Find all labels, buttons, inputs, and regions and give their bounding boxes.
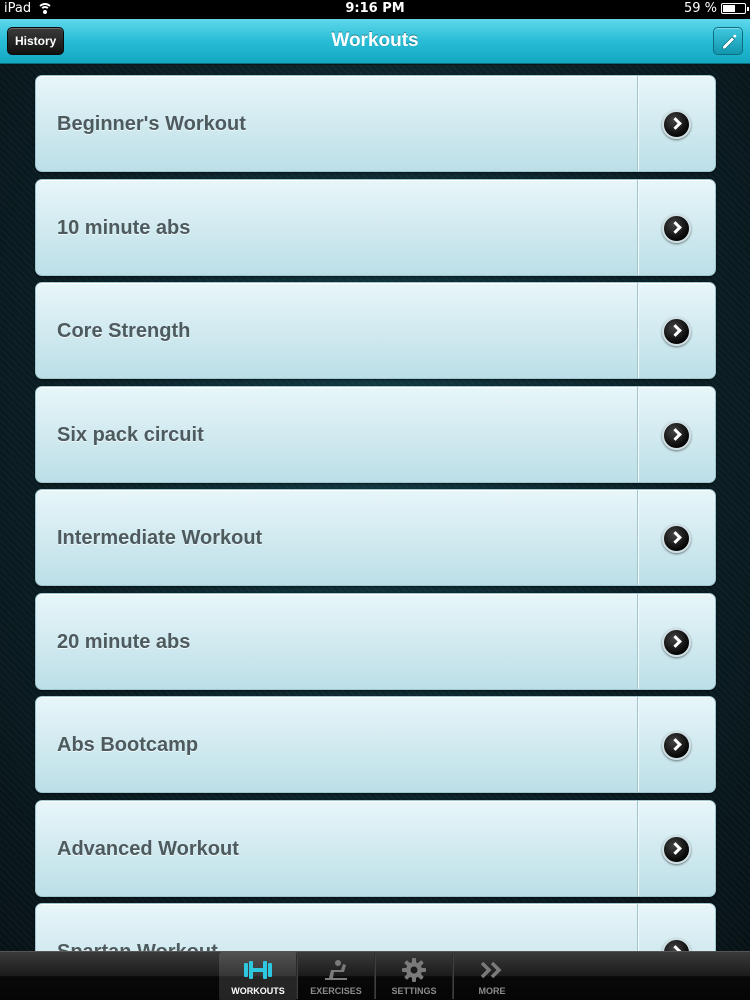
row-divider [637, 697, 638, 792]
battery-icon [721, 3, 749, 14]
workout-label: 20 minute abs [57, 630, 191, 653]
workout-label: Beginner's Workout [57, 113, 246, 135]
tab-workouts[interactable]: WORKOUTS [219, 952, 297, 1000]
tab-exercises[interactable]: EXERCISES [297, 952, 375, 1000]
double-chevron-icon [453, 957, 531, 983]
workout-label: Core Strength [57, 320, 191, 342]
row-divider [637, 283, 638, 378]
pencil-icon [722, 34, 737, 50]
tab-label-settings: SETTINGS [391, 986, 437, 996]
chevron-right-icon [669, 738, 682, 751]
disclosure-button[interactable] [662, 834, 691, 864]
chevron-right-icon [669, 117, 682, 130]
tab-label-workouts: WORKOUTS [231, 986, 285, 996]
status-time: 9:16 PM [345, 1, 405, 16]
row-divider [637, 800, 638, 896]
workout-label: Intermediate Workout [57, 527, 263, 549]
tab-label-more: MORE [478, 986, 506, 996]
exercise-bench-icon [297, 957, 375, 983]
workout-row[interactable]: Six pack circuit [35, 385, 716, 483]
row-divider [637, 904, 638, 951]
battery-fill [723, 5, 736, 12]
disclosure-button[interactable] [662, 110, 691, 139]
tab-settings[interactable]: SETTINGS [375, 952, 453, 1000]
chevron-right-icon [669, 220, 682, 234]
row-divider [637, 76, 638, 171]
chevron-right-icon [669, 427, 682, 441]
disclosure-button[interactable] [662, 524, 691, 553]
tab-label-exercises: EXERCISES [310, 986, 362, 996]
gear-icon [375, 957, 453, 983]
workout-label: Abs Bootcamp [57, 734, 199, 756]
workout-row[interactable]: Abs Bootcamp [35, 696, 716, 793]
workout-row[interactable]: Advanced Workout [35, 799, 716, 897]
disclosure-button[interactable] [662, 627, 691, 657]
row-divider [637, 386, 638, 482]
chevron-right-icon [669, 531, 682, 544]
workout-label: Spartan Workout [57, 904, 218, 951]
workout-list: Beginner's Workout 10 minute abs Core Stre… [35, 75, 716, 951]
edit-button[interactable] [713, 27, 743, 55]
disclosure-button[interactable] [662, 213, 691, 243]
row-divider [637, 490, 638, 585]
tab-more[interactable]: MORE [453, 952, 531, 1000]
disclosure-button[interactable] [662, 420, 691, 450]
workout-row[interactable]: 20 minute abs [35, 592, 716, 690]
workout-row[interactable]: Beginner's Workout [35, 75, 716, 172]
status-bar: iPad 9:16 PM 59 % [0, 0, 750, 19]
disclosure-button[interactable] [662, 938, 691, 951]
workout-row[interactable]: Core Strength [35, 282, 716, 379]
workout-label: Six pack circuit [57, 423, 204, 446]
dumbbell-icon [219, 957, 297, 983]
navigation-bar: History Workouts [0, 19, 750, 64]
page-title: Workouts [331, 30, 419, 51]
row-divider [637, 593, 638, 689]
status-right: 59 % [683, 1, 749, 16]
workout-list-area[interactable]: Beginner's Workout 10 minute abs Core Stre… [0, 65, 750, 951]
workout-row[interactable]: Spartan Workout [35, 903, 716, 951]
disclosure-button[interactable] [662, 731, 691, 760]
chevron-right-icon [669, 841, 682, 855]
chevron-right-icon [669, 324, 682, 337]
tab-bar: WORKOUTS EXERCISES SETTINGS MORE [0, 951, 750, 1000]
workout-label: Advanced Workout [57, 837, 239, 860]
disclosure-button[interactable] [662, 317, 691, 346]
chevron-right-icon [669, 634, 682, 648]
workout-row[interactable]: 10 minute abs [35, 178, 716, 276]
battery-percent: 59 % [683, 1, 717, 16]
row-divider [637, 179, 638, 275]
workout-row[interactable]: Intermediate Workout [35, 489, 716, 586]
workout-label: 10 minute abs [57, 216, 191, 239]
